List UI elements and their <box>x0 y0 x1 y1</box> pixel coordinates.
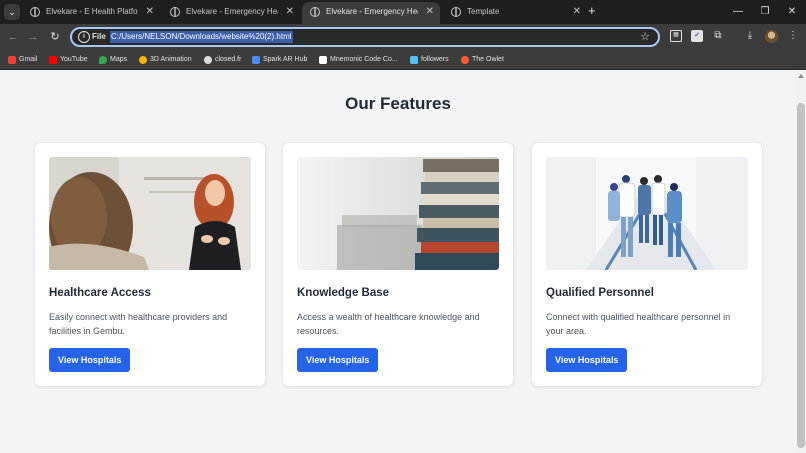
site-info-icon[interactable]: i <box>78 31 90 43</box>
download-icon[interactable]: ⤓ <box>744 30 756 42</box>
bookmark-label: YouTube <box>60 56 88 63</box>
feature-title: Knowledge Base <box>297 287 390 299</box>
bookmark-label: Gmail <box>19 56 38 63</box>
bookmark-label: followers <box>421 56 449 63</box>
feature-description: Easily connect with healthcare providers… <box>49 312 228 336</box>
bookmark-label: 3D Animation <box>150 56 192 63</box>
feature-card-qualified-personnel: Qualified Personnel Connect with qualifi… <box>532 143 762 386</box>
bookmark-maps[interactable]: Maps <box>99 53 127 67</box>
3d-animation-icon <box>139 56 147 64</box>
feature-title: Qualified Personnel <box>546 287 654 299</box>
page-viewport: Our Features Healthcare Access Easily co… <box>0 71 796 453</box>
owlet-icon <box>461 56 469 64</box>
extensions-puzzle-icon[interactable]: ⧉ <box>712 30 724 42</box>
bookmark-label: The Owlet <box>472 56 504 63</box>
bookmark-label: closed.fr <box>215 56 242 63</box>
section-title: Our Features <box>345 94 451 113</box>
tab-title: Elvekare - Emergency Healthcare <box>186 7 278 16</box>
tab-2[interactable]: Elvekare - Emergency Healthcare ✕ <box>162 2 300 24</box>
bookmark-gmail[interactable]: Gmail <box>8 53 37 67</box>
tab-1[interactable]: Elvekare - E Health Platform for ✕ <box>22 2 160 24</box>
bookmark-youtube[interactable]: YouTube <box>49 53 88 67</box>
scroll-thumb[interactable] <box>797 103 805 448</box>
view-hospitals-button[interactable]: View Hospitals <box>297 348 379 372</box>
profile-avatar[interactable] <box>765 30 778 43</box>
close-icon[interactable]: ✕ <box>426 2 434 22</box>
medical-staff-hallway-photo <box>546 157 748 270</box>
feature-card-healthcare-access: Healthcare Access Easily connect with he… <box>35 143 265 386</box>
bookmark-the-owlet[interactable]: The Owlet <box>461 53 504 67</box>
scheme-label: File <box>92 32 106 41</box>
bookmark-3d-animation[interactable]: 3D Animation <box>139 53 192 67</box>
bookmark-closed-fr[interactable]: closed.fr <box>204 53 241 67</box>
new-tab-icon[interactable]: + <box>588 3 596 19</box>
close-icon[interactable]: ✕ <box>146 2 154 22</box>
view-hospitals-button[interactable]: View Hospitals <box>546 348 628 372</box>
gmail-icon <box>8 56 16 64</box>
mnemonic-code-icon <box>319 56 327 64</box>
bookmark-star-icon[interactable]: ☆ <box>640 29 650 45</box>
extension-purple-icon[interactable]: ✓ <box>691 30 703 42</box>
bookmarks-bar: Gmail YouTube Maps 3D Animation closed.f… <box>0 50 806 70</box>
maps-icon <box>99 56 107 64</box>
reload-icon[interactable]: ↻ <box>46 28 64 46</box>
tab-3-active[interactable]: Elvekare - Emergency Healthcare ✕ <box>302 2 440 24</box>
tab-strip: ⌄ Elvekare - E Health Platform for ✕ Elv… <box>0 0 806 24</box>
followers-icon <box>410 56 418 64</box>
menu-kebab-icon[interactable]: ⋮ <box>787 30 799 42</box>
bookmark-label: Spark AR Hub <box>263 56 308 63</box>
url-text[interactable]: C:/Users/NELSON/Downloads/website%20(2).… <box>110 31 293 43</box>
page-scrollbar[interactable] <box>796 71 806 453</box>
feature-card-knowledge-base: Knowledge Base Access a wealth of health… <box>283 143 513 386</box>
feature-description: Access a wealth of healthcare knowledge … <box>297 312 480 336</box>
tab-title: Elvekare - E Health Platform for <box>46 7 138 16</box>
feature-title: Healthcare Access <box>49 287 151 299</box>
stack-of-books-photo <box>297 157 499 270</box>
globe-icon <box>451 7 461 17</box>
scroll-up-arrow-icon[interactable] <box>798 74 804 78</box>
bookmark-label: Maps <box>110 56 128 63</box>
browser-toolbar: ← → ↻ i File C:/Users/NELSON/Downloads/w… <box>0 24 806 50</box>
feature-description: Connect with qualified healthcare person… <box>546 312 731 336</box>
globe-icon <box>30 7 40 17</box>
restore-icon[interactable]: ❐ <box>751 2 779 22</box>
globe-icon <box>310 7 320 17</box>
tab-title: Elvekare - Emergency Healthcare <box>326 7 418 16</box>
two-women-talking-photo <box>49 157 251 270</box>
minimize-icon[interactable]: — <box>724 2 752 22</box>
tab-search-icon[interactable]: ⌄ <box>4 4 20 20</box>
spark-ar-icon <box>252 56 260 64</box>
bookmark-label: Mnemonic Code Co... <box>330 56 398 63</box>
closed-fr-icon <box>204 56 212 64</box>
youtube-icon <box>49 56 57 64</box>
close-window-icon[interactable]: ✕ <box>778 2 806 22</box>
address-bar[interactable]: i File C:/Users/NELSON/Downloads/website… <box>70 27 660 47</box>
bookmark-mnemonic-code[interactable]: Mnemonic Code Co... <box>319 53 398 67</box>
bookmark-followers[interactable]: followers <box>410 53 449 67</box>
tab-4[interactable]: Template ✕ <box>443 2 581 24</box>
bookmark-spark-ar-hub[interactable]: Spark AR Hub <box>252 53 307 67</box>
globe-icon <box>170 7 180 17</box>
extension-icon[interactable]: ▦ <box>670 30 682 42</box>
close-icon[interactable]: ✕ <box>573 2 581 22</box>
tab-title: Template <box>467 7 500 16</box>
back-icon[interactable]: ← <box>4 28 22 46</box>
forward-icon[interactable]: → <box>24 28 42 46</box>
close-icon[interactable]: ✕ <box>286 2 294 22</box>
view-hospitals-button[interactable]: View Hospitals <box>49 348 131 372</box>
